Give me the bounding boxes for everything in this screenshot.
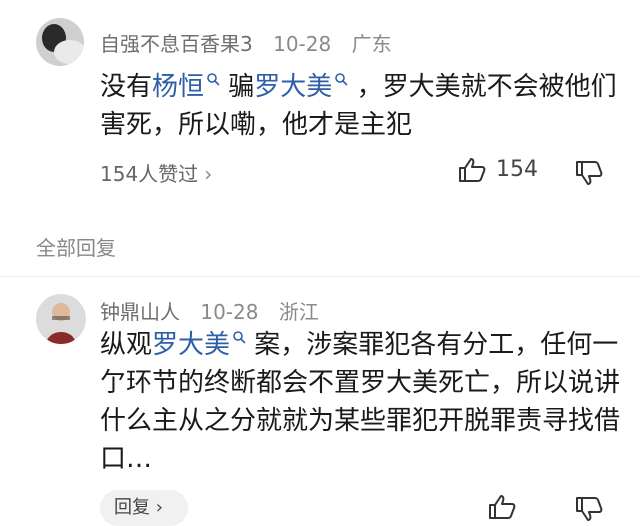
thumbs-up-icon[interactable] <box>458 157 486 183</box>
comment-text: 纵观罗大美 案，涉案罪犯各有分工，任何一亇环节的终断都会不置罗大美死亡，所以说讲… <box>100 330 621 474</box>
divider <box>0 276 640 277</box>
comment-date: 10-28 <box>200 300 259 324</box>
username[interactable]: 钟鼎山人 <box>100 300 180 324</box>
comment-meta: 钟鼎山人 10-28 浙江 <box>100 296 333 325</box>
thumbs-up-icon[interactable] <box>488 494 516 520</box>
comment-text: 没有杨恒 骗罗大美 ，罗大美就不会被他们害死，所以嘞，他才是主犯 <box>100 72 617 140</box>
reply-button[interactable]: 回复 › <box>100 490 188 526</box>
comment-date: 10-28 <box>273 32 332 56</box>
search-icon <box>335 73 348 86</box>
search-icon <box>207 73 220 86</box>
topic-tag-luodamei[interactable]: 罗大美 <box>254 72 348 102</box>
thumbs-down-icon[interactable] <box>575 160 603 186</box>
section-title: 全部回复 <box>36 236 116 260</box>
topic-tag-yangheng[interactable]: 杨恒 <box>152 72 220 102</box>
chevron-right-icon: › <box>204 162 213 186</box>
like-count: 154 <box>496 157 538 182</box>
avatar[interactable] <box>36 18 84 66</box>
username[interactable]: 自强不息百香果3 <box>100 32 253 56</box>
comment-meta: 自强不息百香果3 10-28 广东 <box>100 28 406 57</box>
search-icon <box>233 331 246 344</box>
topic-tag-luodamei[interactable]: 罗大美 <box>152 330 246 360</box>
comment-location: 广东 <box>351 32 392 56</box>
likes-summary[interactable]: 154人赞过 › <box>100 158 212 187</box>
avatar[interactable] <box>36 294 86 344</box>
comment-location: 浙江 <box>278 300 319 324</box>
thumbs-down-icon[interactable] <box>575 496 603 522</box>
